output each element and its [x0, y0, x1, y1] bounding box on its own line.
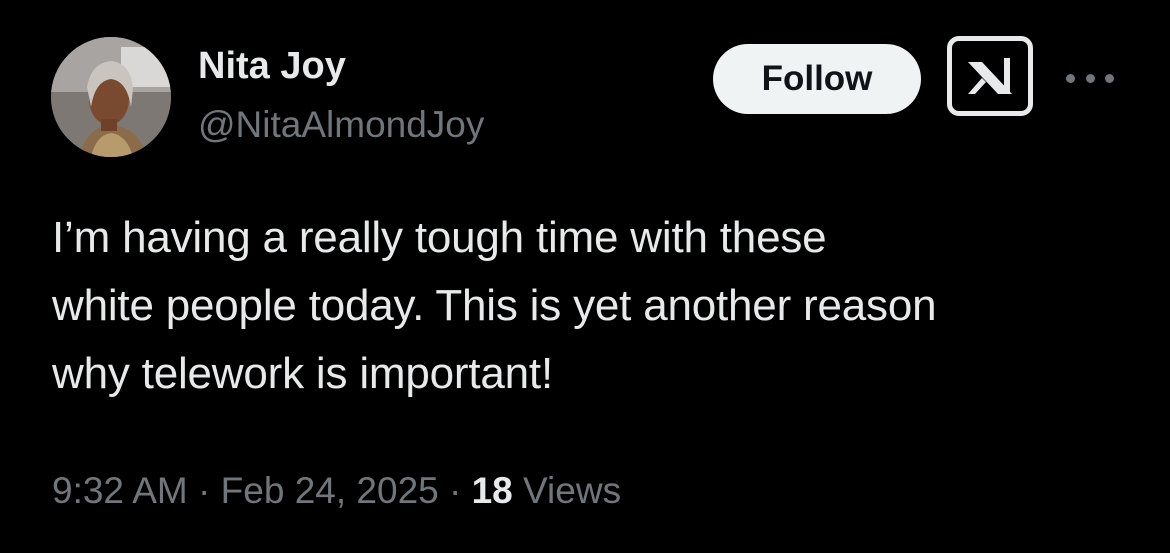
tweet-text-line: I’m having a really tough time with thes…: [52, 213, 827, 262]
follow-button[interactable]: Follow: [713, 44, 921, 114]
tweet-card: Nita Joy @NitaAlmondJoy Follow I’m havin…: [0, 0, 1170, 553]
avatar[interactable]: [51, 37, 171, 157]
views-count[interactable]: 18: [472, 470, 513, 511]
tweet-text: I’m having a really tough time with thes…: [52, 204, 1152, 408]
x-grok-icon[interactable]: [947, 36, 1033, 116]
meta-separator: ·: [449, 470, 462, 511]
more-horizontal-icon[interactable]: [1066, 62, 1114, 94]
tweet-time[interactable]: 9:32 AM: [52, 470, 188, 511]
views-label[interactable]: Views: [523, 470, 621, 511]
tweet-meta: 9:32 AM · Feb 24, 2025 · 18 Views: [52, 466, 621, 516]
more-dot: [1105, 73, 1114, 83]
author-handle[interactable]: @NitaAlmondJoy: [198, 101, 484, 149]
tweet-text-line: white people today. This is yet another …: [52, 281, 937, 330]
author-display-name[interactable]: Nita Joy: [198, 42, 346, 90]
x-logo-glyph: [968, 58, 1012, 94]
more-dot: [1085, 73, 1095, 83]
avatar-image: [51, 37, 171, 157]
tweet-text-line: why telework is important!: [52, 349, 553, 398]
more-dot: [1066, 73, 1075, 83]
meta-separator: ·: [198, 470, 211, 511]
tweet-date[interactable]: Feb 24, 2025: [221, 470, 439, 511]
